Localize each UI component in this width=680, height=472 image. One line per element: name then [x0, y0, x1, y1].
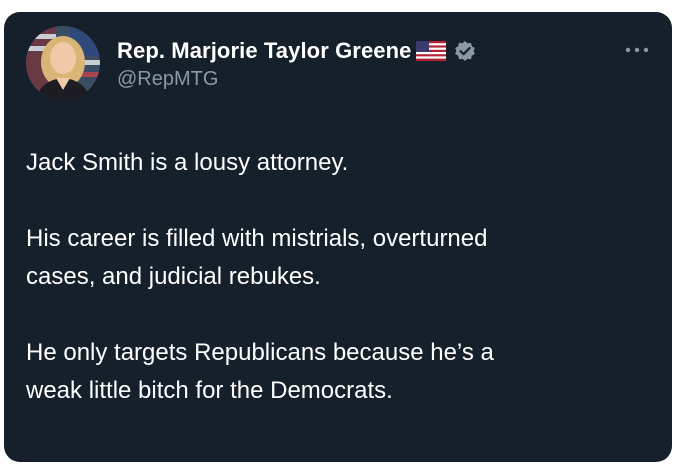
verified-badge-icon[interactable]	[454, 40, 476, 62]
avatar[interactable]	[26, 26, 100, 100]
more-options-icon[interactable]	[624, 42, 650, 53]
tweet-paragraph: His career is filled with mistrials, ove…	[26, 225, 488, 290]
us-flag-icon	[415, 41, 446, 61]
tweet-paragraph: He only targets Republicans because he’s…	[26, 339, 494, 404]
author-handle[interactable]: @RepMTG	[117, 68, 476, 91]
author-display-name[interactable]: Rep. Marjorie Taylor Greene	[117, 38, 412, 64]
tweet-header: Rep. Marjorie Taylor Greene @RepMTG	[26, 26, 650, 106]
tweet-text: Jack Smith is a lousy attorney. His care…	[26, 144, 646, 410]
author-info: Rep. Marjorie Taylor Greene @RepMTG	[117, 36, 476, 91]
avatar-photo-icon	[26, 26, 100, 100]
tweet-card: Rep. Marjorie Taylor Greene @RepMTG Jack…	[4, 12, 672, 462]
tweet-paragraph: Jack Smith is a lousy attorney.	[26, 149, 349, 176]
author-name-row: Rep. Marjorie Taylor Greene	[117, 36, 476, 66]
